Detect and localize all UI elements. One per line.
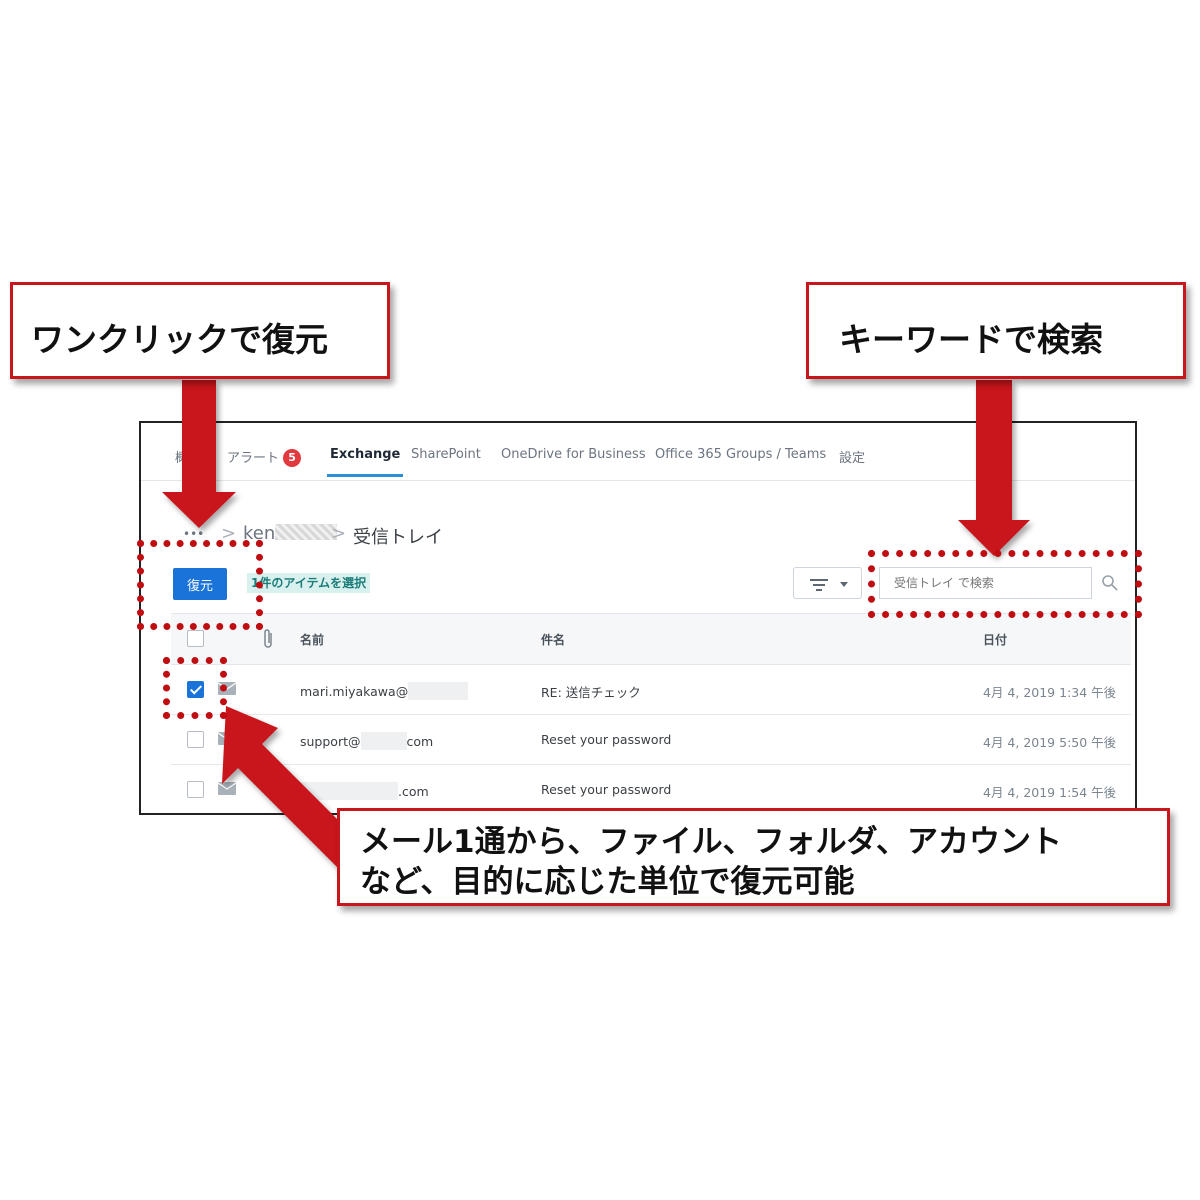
highlight-search-area (868, 550, 1142, 618)
highlight-restore-area (137, 540, 263, 630)
callout-restore-text: ワンクリックで復元 (31, 320, 328, 359)
arrow-down-search (958, 380, 1030, 556)
callout-keyword-search: キーワードで検索 (806, 282, 1186, 379)
callout-granular-line2: など、目的に応じた単位で復元可能 (360, 864, 855, 900)
callout-one-click-restore: ワンクリックで復元 (10, 282, 390, 379)
callout-search-text: キーワードで検索 (839, 320, 1103, 359)
callout-granular-line1: メール1通から、ファイル、フォルダ、アカウント (360, 824, 1063, 860)
highlight-checkbox (163, 657, 227, 719)
callout-granular-restore: メール1通から、ファイル、フォルダ、アカウント など、目的に応じた単位で復元可能 (337, 808, 1170, 906)
arrow-down-restore (162, 380, 236, 528)
